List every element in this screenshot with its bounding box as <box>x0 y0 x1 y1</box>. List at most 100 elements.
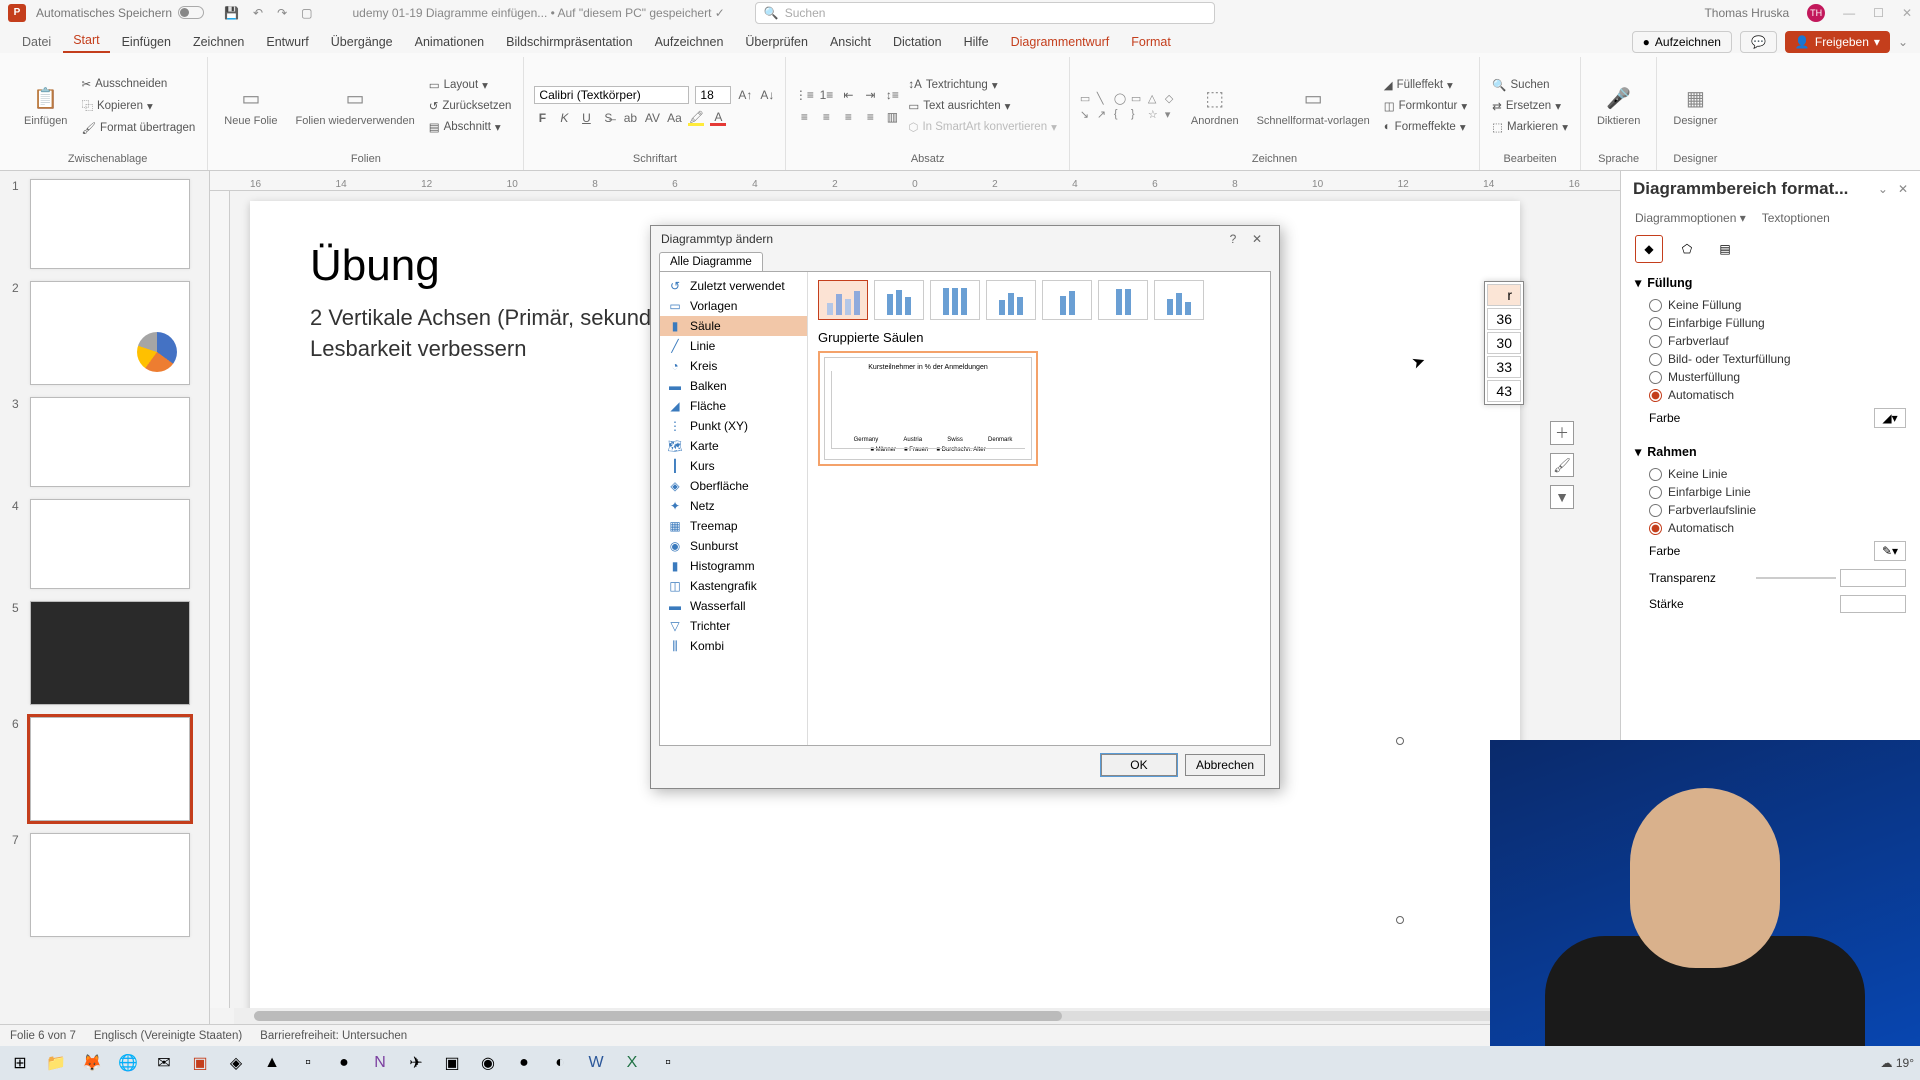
comments-button[interactable]: 💬 <box>1740 31 1777 53</box>
bold-icon[interactable]: F <box>534 110 550 126</box>
align-text-button[interactable]: ▭ Text ausrichten ▾ <box>906 97 1058 115</box>
type-line[interactable]: ╱Linie <box>660 336 807 356</box>
dialog-close-icon[interactable]: ✕ <box>1245 232 1269 246</box>
tab-einfuegen[interactable]: Einfügen <box>112 31 181 53</box>
share-button[interactable]: 👤 Freigeben ▾ <box>1785 31 1890 53</box>
tab-datei[interactable]: Datei <box>12 31 61 53</box>
app-icon-6[interactable]: ◉ <box>474 1049 502 1077</box>
effects-icon[interactable]: ⬠ <box>1673 235 1701 263</box>
window-close-icon[interactable]: ✕ <box>1902 6 1912 20</box>
type-histogram[interactable]: ▮Histogramm <box>660 556 807 576</box>
tab-aufzeichnen[interactable]: Aufzeichnen <box>645 31 734 53</box>
explorer-icon[interactable]: 📁 <box>42 1049 70 1077</box>
tab-uebergaenge[interactable]: Übergänge <box>321 31 403 53</box>
subtype-3d-100[interactable] <box>1098 280 1148 320</box>
type-surface[interactable]: ◈Oberfläche <box>660 476 807 496</box>
line-color-picker[interactable]: ✎▾ <box>1874 541 1906 561</box>
thumbnail-3[interactable] <box>30 397 190 487</box>
all-charts-tab[interactable]: Alle Diagramme <box>659 252 763 271</box>
fill-pattern[interactable]: Musterfüllung <box>1635 368 1906 386</box>
font-size-input[interactable] <box>695 86 731 104</box>
subtype-3d[interactable] <box>1154 280 1204 320</box>
fill-solid[interactable]: Einfarbige Füllung <box>1635 314 1906 332</box>
tab-diagrammentwurf[interactable]: Diagrammentwurf <box>1001 31 1120 53</box>
accessibility-status[interactable]: Barrierefreiheit: Untersuchen <box>260 1030 407 1042</box>
chart-options-tab[interactable]: Diagrammoptionen ▾ <box>1635 211 1746 225</box>
transparency-input[interactable] <box>1840 569 1906 587</box>
type-pie[interactable]: ◔Kreis <box>660 356 807 376</box>
subtype-3d-clustered[interactable] <box>986 280 1036 320</box>
replace-button[interactable]: ⇄ Ersetzen ▾ <box>1490 97 1570 115</box>
cancel-button[interactable]: Abbrechen <box>1185 754 1265 776</box>
fill-gradient[interactable]: Farbverlauf <box>1635 332 1906 350</box>
chart-filter-icon[interactable]: ▼ <box>1550 485 1574 509</box>
type-map[interactable]: 🗺Karte <box>660 436 807 456</box>
excel-icon[interactable]: X <box>618 1049 646 1077</box>
line-spacing-icon[interactable]: ↕≡ <box>884 87 900 103</box>
section-button[interactable]: ▤ Abschnitt ▾ <box>427 118 514 136</box>
type-sunburst[interactable]: ◉Sunburst <box>660 536 807 556</box>
numbering-icon[interactable]: 1≡ <box>818 87 834 103</box>
paste-button[interactable]: 📋Einfügen <box>18 81 73 131</box>
shapes-gallery[interactable]: ▭╲◯▭△◇ ↘↗{}☆▾ <box>1080 92 1179 121</box>
weather-icon[interactable]: ☁ 19° <box>1881 1056 1915 1070</box>
indent-right-icon[interactable]: ⇥ <box>862 87 878 103</box>
subtype-100stacked[interactable] <box>930 280 980 320</box>
present-icon[interactable]: ▢ <box>301 6 312 20</box>
ok-button[interactable]: OK <box>1101 754 1177 776</box>
autosave-toggle[interactable] <box>178 6 204 19</box>
tab-zeichnen[interactable]: Zeichnen <box>183 31 254 53</box>
tab-animationen[interactable]: Animationen <box>405 31 495 53</box>
size-props-icon[interactable]: ▤ <box>1711 235 1739 263</box>
tab-format[interactable]: Format <box>1121 31 1181 53</box>
arrange-button[interactable]: ⬚Anordnen <box>1185 81 1245 131</box>
dictate-button[interactable]: 🎤Diktieren <box>1591 81 1646 131</box>
smartart-button[interactable]: ⬡ In SmartArt konvertieren ▾ <box>906 118 1058 136</box>
line-gradient[interactable]: Farbverlaufslinie <box>1635 501 1906 519</box>
underline-icon[interactable]: U <box>578 110 594 126</box>
fill-none[interactable]: Keine Füllung <box>1635 296 1906 314</box>
start-button[interactable]: ⊞ <box>6 1049 34 1077</box>
layout-button[interactable]: ▭ Layout ▾ <box>427 76 514 94</box>
designer-button[interactable]: ▦Designer <box>1667 81 1723 131</box>
tab-start[interactable]: Start <box>63 29 109 53</box>
user-avatar[interactable]: TH <box>1807 4 1825 22</box>
window-minimize-icon[interactable]: — <box>1843 6 1855 20</box>
thumbnail-4[interactable] <box>30 499 190 589</box>
type-funnel[interactable]: ▽Trichter <box>660 616 807 636</box>
justify-icon[interactable]: ≡ <box>862 109 878 125</box>
line-none[interactable]: Keine Linie <box>1635 465 1906 483</box>
pane-options-icon[interactable]: ⌄ <box>1878 182 1888 196</box>
tab-bildschirm[interactable]: Bildschirmpräsentation <box>496 31 642 53</box>
type-radar[interactable]: ✦Netz <box>660 496 807 516</box>
thumbnail-1[interactable] <box>30 179 190 269</box>
bullets-icon[interactable]: ⋮≡ <box>796 87 812 103</box>
increase-font-icon[interactable]: A↑ <box>737 87 753 103</box>
type-area[interactable]: ◢Fläche <box>660 396 807 416</box>
chart-elements-icon[interactable]: ＋ <box>1550 421 1574 445</box>
fill-picture[interactable]: Bild- oder Texturfüllung <box>1635 350 1906 368</box>
columns-icon[interactable]: ▥ <box>884 109 900 125</box>
decrease-font-icon[interactable]: A↓ <box>759 87 775 103</box>
redo-icon[interactable]: ↷ <box>277 6 287 20</box>
subtype-stacked[interactable] <box>874 280 924 320</box>
indent-left-icon[interactable]: ⇤ <box>840 87 856 103</box>
find-button[interactable]: 🔍 Suchen <box>1490 76 1570 94</box>
chart-preview[interactable]: Kursteilnehmer in % der Anmeldungen Germ… <box>818 351 1038 466</box>
app-icon-4[interactable]: ● <box>330 1049 358 1077</box>
app-icon[interactable]: ◈ <box>222 1049 250 1077</box>
app-icon-2[interactable]: ▲ <box>258 1049 286 1077</box>
shadow-icon[interactable]: ab <box>622 110 638 126</box>
onenote-icon[interactable]: N <box>366 1049 394 1077</box>
thumbnail-7[interactable] <box>30 833 190 937</box>
type-treemap[interactable]: ▦Treemap <box>660 516 807 536</box>
window-maximize-icon[interactable]: ☐ <box>1873 6 1884 20</box>
telegram-icon[interactable]: ✈ <box>402 1049 430 1077</box>
fill-line-icon[interactable]: ◆ <box>1635 235 1663 263</box>
chart-styles-icon[interactable]: 🖌 <box>1550 453 1574 477</box>
type-recent[interactable]: ↺Zuletzt verwendet <box>660 276 807 296</box>
save-icon[interactable]: 💾 <box>224 6 239 20</box>
quick-styles-button[interactable]: ▭Schnellformat-vorlagen <box>1251 81 1376 131</box>
width-input[interactable] <box>1840 595 1906 613</box>
chart-data-table[interactable]: r 36 30 33 43 <box>1484 281 1524 405</box>
